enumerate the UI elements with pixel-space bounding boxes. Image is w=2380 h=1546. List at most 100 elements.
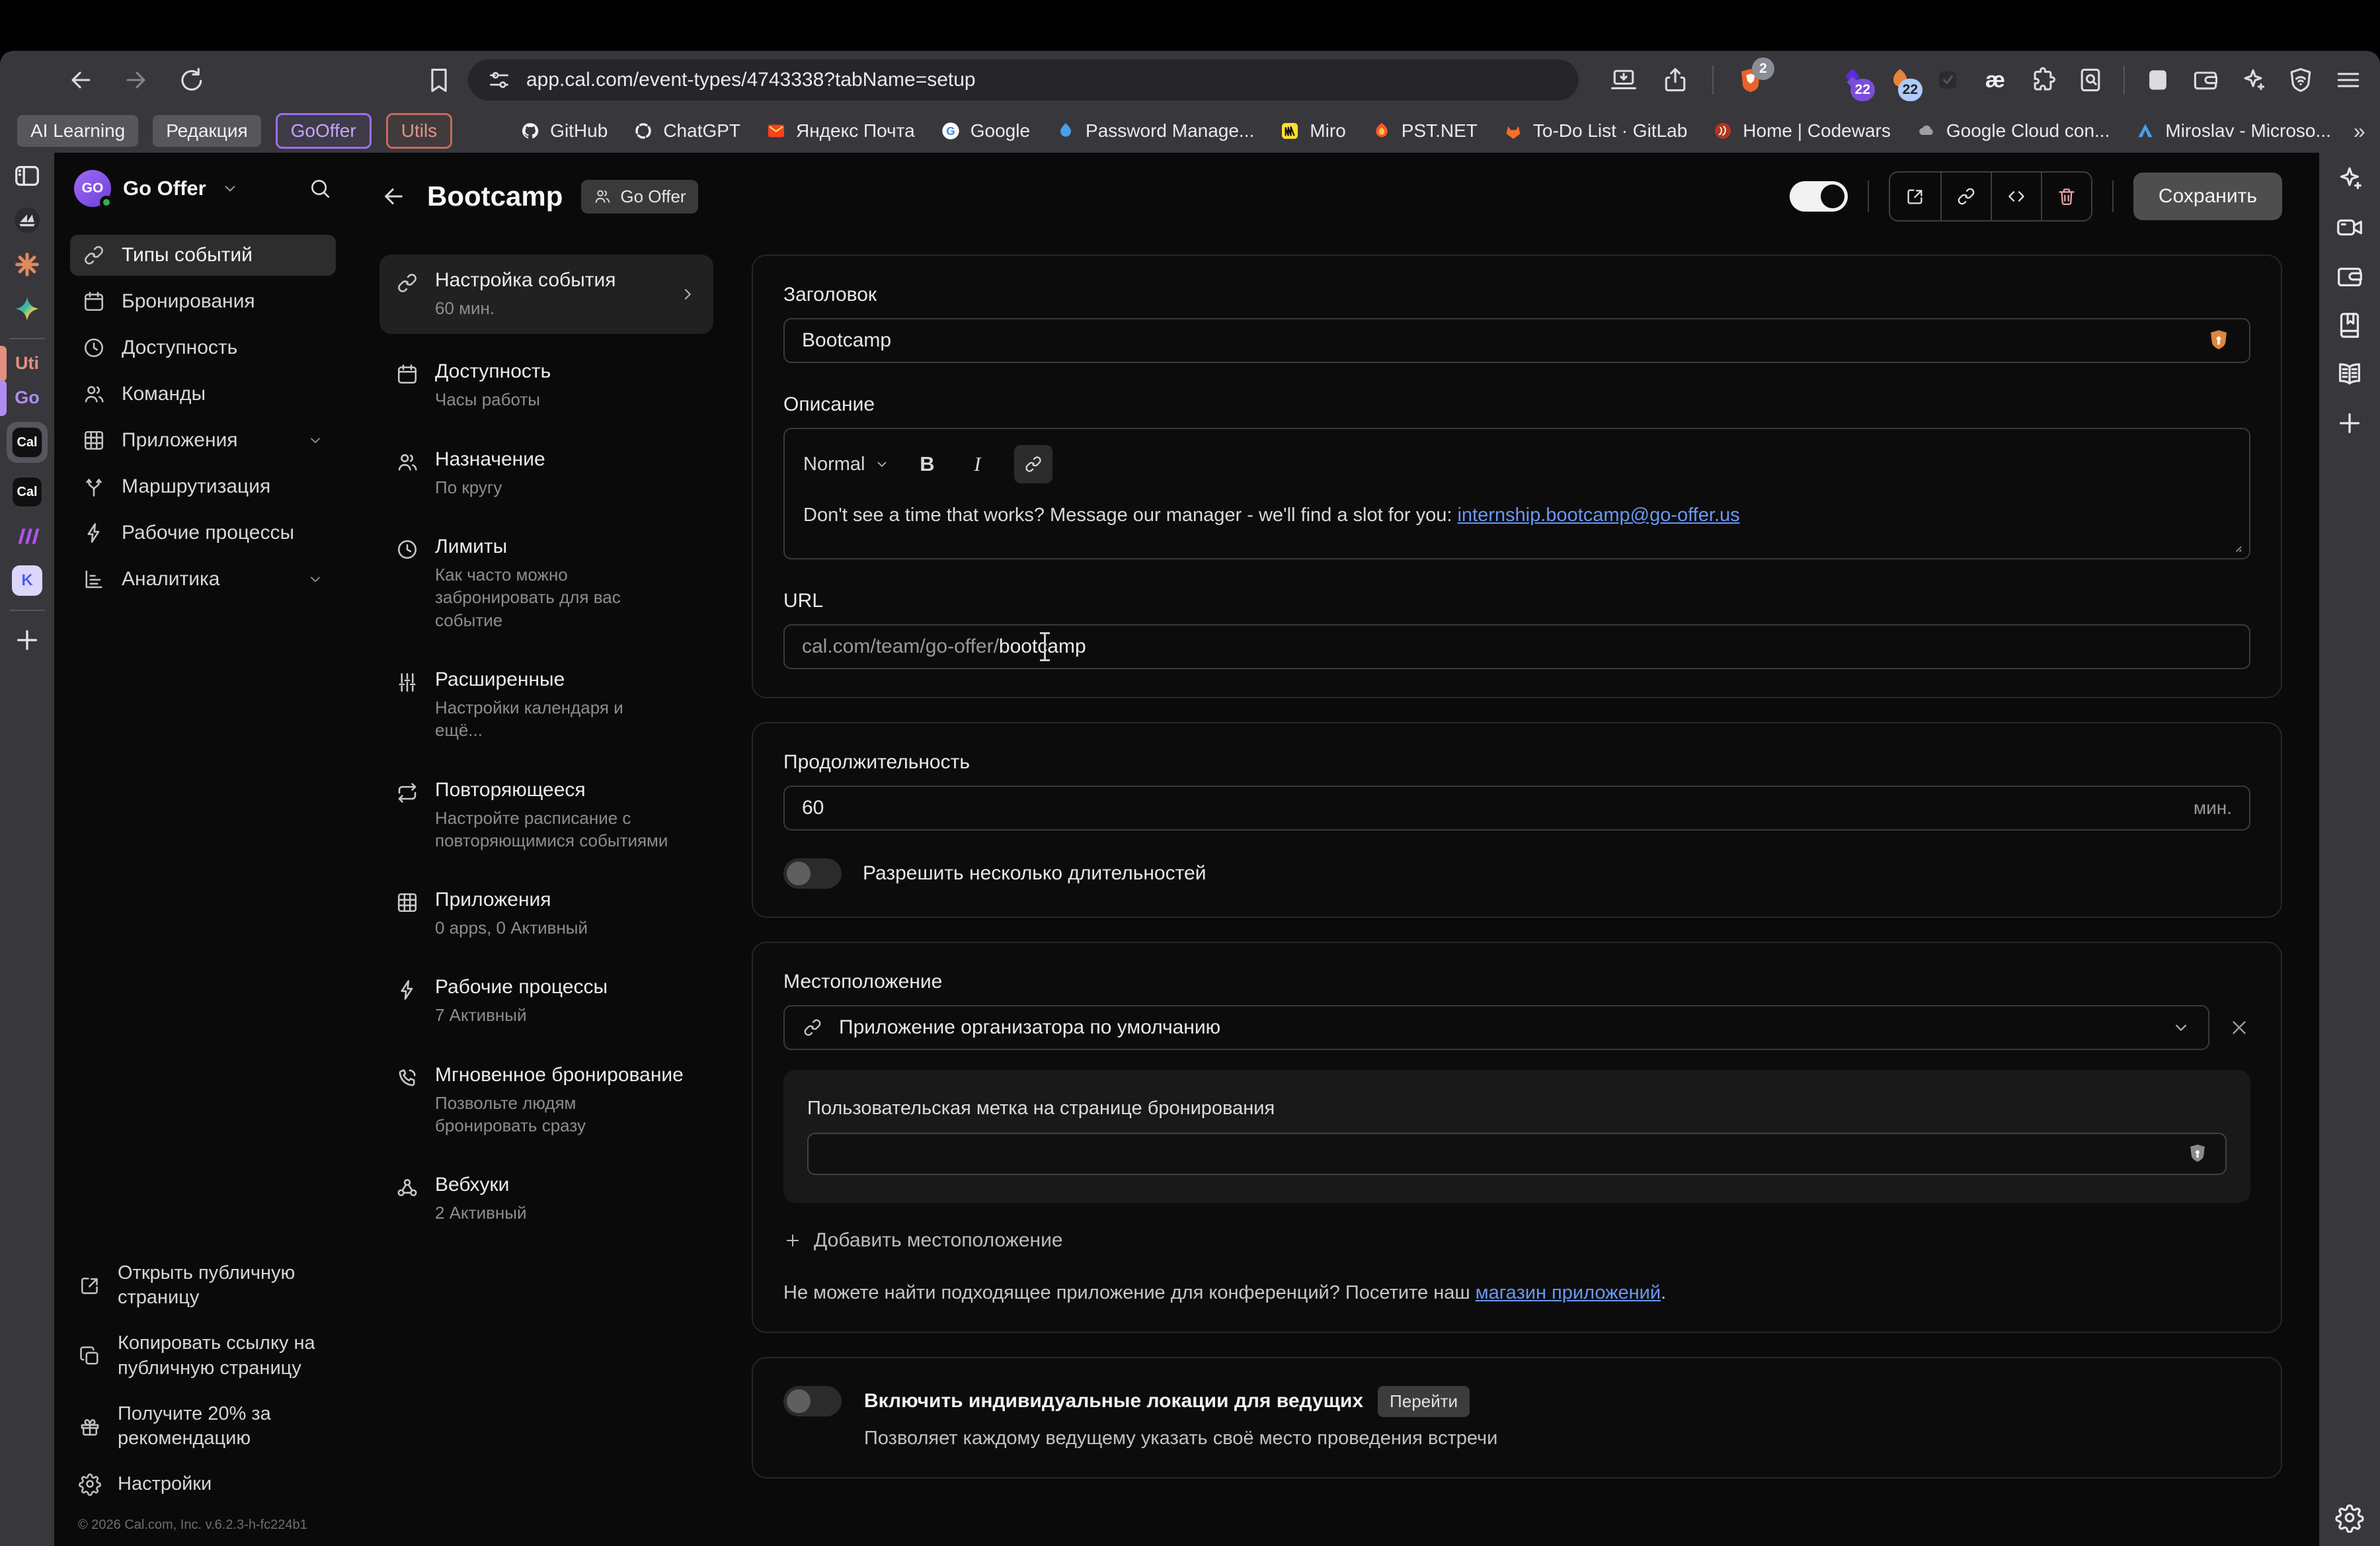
workspace-utils-label[interactable]: Uti	[0, 353, 54, 374]
sidebar-nav-item[interactable]: Приложения	[70, 420, 336, 461]
bookmark-chip[interactable]: GoOffer	[276, 113, 372, 149]
description-editor[interactable]: Normal B I Don't see a time that work	[783, 428, 2250, 559]
sidebar-nav-item[interactable]: Бронирования	[70, 281, 336, 322]
site-settings-icon[interactable]	[487, 67, 512, 93]
archive-search-icon[interactable]	[2076, 65, 2105, 95]
bookmark-item[interactable]: Miroslav - Microso...	[2135, 120, 2330, 142]
bookmark-item[interactable]: ChatGPT	[633, 120, 740, 142]
bookmark-chip[interactable]: AI Learning	[17, 115, 138, 147]
purple-m-tab-icon[interactable]	[12, 521, 42, 551]
multi-duration-toggle[interactable]	[783, 858, 842, 889]
individual-locations-toggle[interactable]	[783, 1386, 842, 1416]
location-select[interactable]: Приложение организатора по умолчанию	[783, 1005, 2209, 1050]
sidebar-nav-item[interactable]: Команды	[70, 374, 336, 415]
wallet-icon[interactable]	[2191, 65, 2220, 95]
bold-button[interactable]: B	[914, 452, 940, 476]
reading-list-icon[interactable]	[2334, 359, 2365, 389]
save-to-device-icon[interactable]	[1609, 65, 1638, 95]
k-logo-tab[interactable]: K	[12, 565, 42, 596]
remove-location-icon[interactable]	[2228, 1016, 2250, 1039]
sidebar-nav-item[interactable]: Аналитика	[70, 559, 336, 600]
add-location-button[interactable]: Добавить местоположение	[783, 1229, 2250, 1252]
setup-nav-item[interactable]: Рабочие процессы 7 Активный	[379, 965, 713, 1037]
save-button[interactable]: Сохранить	[2133, 173, 2282, 220]
resize-handle-icon[interactable]	[2227, 537, 2244, 554]
sidebar-toggle-icon[interactable]	[12, 161, 42, 191]
share-icon[interactable]	[1661, 65, 1690, 95]
password-manager-shield-icon[interactable]	[2205, 327, 2232, 354]
new-tab-plus-icon[interactable]	[12, 625, 42, 655]
event-enabled-toggle[interactable]	[1790, 181, 1848, 212]
setup-nav-item[interactable]: Расширенные Настройки календаря и ещё...	[379, 658, 713, 753]
bookmark-item[interactable]: PST.NET	[1371, 120, 1478, 142]
paper-boat-tab-icon[interactable]	[12, 205, 42, 235]
bookmark-item[interactable]: To-Do List · GitLab	[1503, 120, 1687, 142]
sidebar-footer-item[interactable]: Копировать ссылку на публичную страницу	[70, 1321, 336, 1391]
setup-nav-item[interactable]: Вебхуки 2 Активный	[379, 1163, 713, 1235]
italic-button[interactable]: I	[964, 452, 990, 476]
gemini-tab-icon[interactable]	[12, 294, 42, 324]
bookmark-item[interactable]: Яндекс Почта	[766, 120, 915, 142]
insert-link-button[interactable]	[1014, 445, 1052, 483]
copy-link-button[interactable]	[1940, 173, 1991, 220]
sidebar-nav-item[interactable]: Доступность	[70, 327, 336, 368]
menu-hamburger-icon[interactable]	[2334, 65, 2363, 95]
bookmark-item[interactable]: Password Manage...	[1055, 120, 1254, 142]
setup-nav-item[interactable]: Настройка события 60 мин.	[379, 255, 713, 334]
title-input[interactable]: Bootcamp	[783, 318, 2250, 363]
cal-tab-active[interactable]: Cal	[7, 422, 48, 463]
cal-tab[interactable]: Cal	[12, 477, 42, 507]
bookmark-item[interactable]: Home | Codewars	[1712, 120, 1891, 142]
wallet-icon[interactable]	[2334, 261, 2365, 292]
rail-settings-gear-icon[interactable]	[2334, 1502, 2365, 1533]
preview-button[interactable]	[1890, 173, 1940, 220]
leo-ai-sparkle-icon[interactable]	[2239, 65, 2268, 95]
setup-nav-item[interactable]: Повторяющееся Настройте расписание с пов…	[379, 768, 713, 863]
description-text[interactable]: Don't see a time that works? Message our…	[785, 490, 2249, 558]
leo-sparkle-icon[interactable]	[2334, 163, 2365, 194]
bookmark-item[interactable]: G Google	[940, 120, 1030, 142]
ae-extension-icon[interactable]: æ	[1981, 65, 2010, 95]
workspace-gooffer-label[interactable]: Go	[0, 387, 54, 408]
setup-nav-item[interactable]: Доступность Часы работы	[379, 350, 713, 421]
add-panel-plus-icon[interactable]	[2334, 408, 2365, 438]
bookmark-item[interactable]: GitHub	[520, 120, 608, 142]
puzzle-icon[interactable]	[2028, 65, 2057, 95]
bookmark-chip[interactable]: Utils	[386, 113, 452, 149]
back-arrow-icon[interactable]	[379, 183, 407, 210]
extension-orange-button[interactable]: 22	[1885, 65, 1915, 95]
go-to-badge[interactable]: Перейти	[1378, 1386, 1470, 1417]
orange-burst-tab-icon[interactable]	[12, 249, 42, 280]
embed-button[interactable]	[1991, 173, 2041, 220]
sidebar-footer-item[interactable]: Открыть публичную страницу	[70, 1250, 336, 1321]
bookmark-flag-icon[interactable]	[424, 65, 454, 95]
sidebar-nav-item[interactable]: Рабочие процессы	[70, 512, 336, 553]
reload-icon[interactable]	[177, 65, 206, 95]
bookmark-chip[interactable]: Редакция	[153, 115, 260, 147]
search-icon[interactable]	[308, 177, 332, 200]
bookmarks-book-icon[interactable]	[2334, 310, 2365, 341]
custom-label-input[interactable]	[807, 1133, 2227, 1175]
sidebar-footer-item[interactable]: Получите 20% за рекомендацию	[70, 1391, 336, 1461]
password-manager-shield-icon[interactable]	[2186, 1142, 2209, 1166]
team-switcher[interactable]: GO Go Offer	[70, 170, 336, 207]
delete-button[interactable]	[2041, 173, 2091, 220]
setup-nav-item[interactable]: Лимиты Как часто можно забронировать для…	[379, 525, 713, 642]
sidebar-footer-item[interactable]: Настройки	[70, 1461, 336, 1507]
text-style-dropdown[interactable]: Normal	[803, 454, 890, 475]
bookmark-item[interactable]: Miro	[1279, 120, 1345, 142]
setup-nav-item[interactable]: Мгновенное бронирование Позвольте людям …	[379, 1053, 713, 1148]
setup-nav-item[interactable]: Назначение По кругу	[379, 438, 713, 509]
url-bar[interactable]: app.cal.com/event-types/4743338?tabName=…	[468, 60, 1579, 101]
description-email-link[interactable]: internship.bootcamp@go-offer.us	[1457, 505, 1739, 526]
sidebar-nav-item[interactable]: Типы событий	[70, 235, 336, 276]
dimmed-extension-icon[interactable]	[1933, 65, 1962, 95]
url-input[interactable]: cal.com/team/go-offer/bootcamp	[783, 624, 2250, 669]
vpn-shield-icon[interactable]	[2286, 65, 2315, 95]
sidebar-nav-item[interactable]: Маршрутизация	[70, 466, 336, 507]
duration-input[interactable]: 60 мин.	[783, 786, 2250, 831]
sidebar-panel-icon[interactable]	[2143, 65, 2172, 95]
extension-diamond-button[interactable]: 22	[1838, 65, 1867, 95]
brave-shield-button[interactable]: 2	[1736, 65, 1765, 95]
bookmarks-overflow-chevron[interactable]: »	[2354, 119, 2365, 143]
